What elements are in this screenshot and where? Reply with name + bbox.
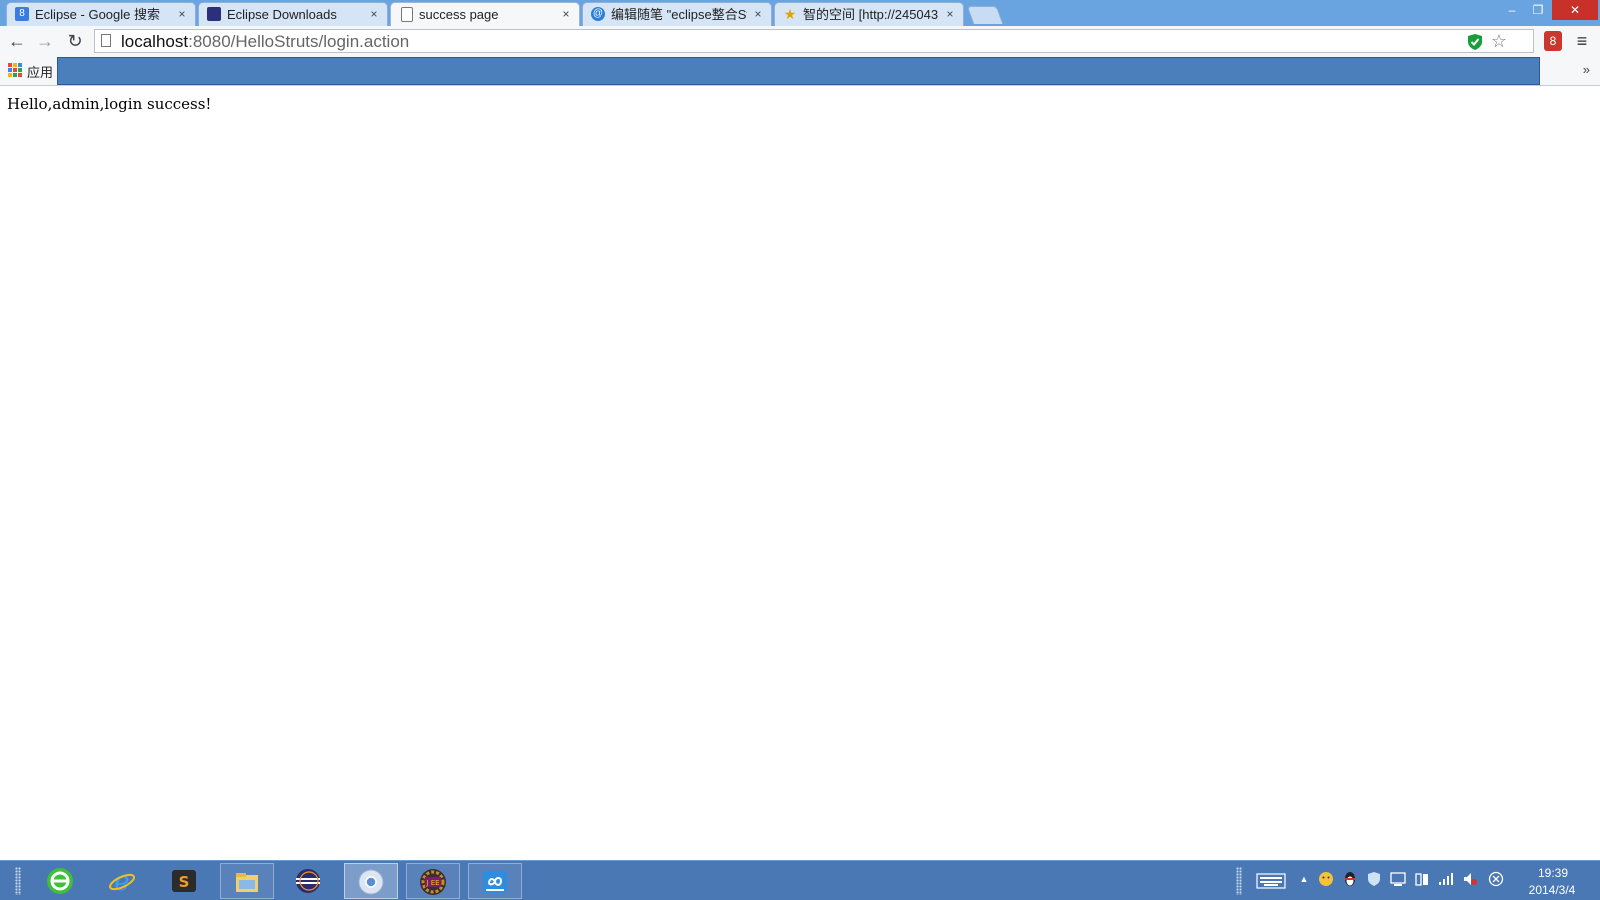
- chrome-icon: [358, 869, 384, 895]
- show-hidden-icons-icon[interactable]: ▲: [1296, 871, 1312, 887]
- svg-text:J EE: J EE: [425, 879, 439, 887]
- tab-zhi-space[interactable]: ★ 智的空间 [http://245043 ×: [774, 2, 964, 26]
- file-explorer-icon: [236, 873, 258, 892]
- sublime-text-icon: S: [172, 870, 196, 892]
- blog-icon: @: [591, 7, 605, 21]
- minimize-button[interactable]: –: [1498, 0, 1526, 20]
- restore-button[interactable]: ❐: [1524, 0, 1552, 20]
- tab-close-icon[interactable]: ×: [943, 6, 957, 22]
- page-content: Hello,admin,login success!: [0, 86, 1600, 860]
- title-bar: 8 Eclipse - Google 搜索 × Eclipse Download…: [0, 0, 1600, 26]
- bookmark-star-icon[interactable]: ☆: [1491, 31, 1507, 51]
- clock-time[interactable]: 19:39: [1518, 866, 1588, 880]
- tab-close-icon[interactable]: ×: [367, 6, 381, 22]
- svg-text:S: S: [179, 873, 190, 891]
- menu-icon[interactable]: ≡: [1574, 31, 1590, 51]
- shield-icon[interactable]: [1467, 33, 1483, 51]
- power-tray-icon[interactable]: [1414, 871, 1430, 887]
- taskbar-file-explorer[interactable]: [220, 863, 274, 899]
- taskbar-chrome[interactable]: [344, 863, 398, 899]
- extension-icon[interactable]: 8: [1544, 31, 1562, 51]
- new-tab-button[interactable]: [966, 6, 1004, 24]
- taskbar-360-browser[interactable]: [34, 863, 88, 899]
- eclipse-icon: [207, 7, 221, 21]
- browser-toolbar: ← → ↻ localhost:8080/HelloStruts/login.a…: [0, 26, 1600, 56]
- url-text[interactable]: localhost:8080/HelloStruts/login.action: [121, 32, 409, 52]
- 360-browser-icon: [47, 868, 73, 894]
- tray-grip: [1236, 867, 1242, 895]
- internet-explorer-icon: e: [109, 867, 135, 895]
- eclipse-icon: [296, 869, 320, 893]
- tab-eclipse-downloads[interactable]: Eclipse Downloads ×: [198, 2, 388, 26]
- tab-close-icon[interactable]: ×: [559, 6, 573, 22]
- tab-edit-blog-post[interactable]: @ 编辑随笔 "eclipse整合St ×: [582, 2, 772, 26]
- volume-muted-icon[interactable]: [1462, 871, 1478, 887]
- login-success-message: Hello,admin,login success!: [7, 95, 212, 113]
- windows-taskbar: e S J EE ▲ 19:39 2014/3/4: [0, 860, 1600, 900]
- wifi-signal-icon[interactable]: [1438, 871, 1454, 887]
- keyboard-icon[interactable]: [1256, 873, 1286, 889]
- svg-text:e: e: [114, 867, 129, 895]
- address-bar[interactable]: localhost:8080/HelloStruts/login.action …: [94, 29, 1534, 53]
- taskbar-sublime-text[interactable]: S: [158, 863, 212, 899]
- apps-label[interactable]: 应用: [27, 62, 53, 81]
- taskbar-internet-explorer[interactable]: e: [96, 863, 150, 899]
- taskbar-java-ee-ide[interactable]: J EE: [406, 863, 460, 899]
- tab-success-page[interactable]: success page ×: [390, 2, 580, 26]
- google-search-icon: 8: [15, 7, 29, 21]
- page-icon: [401, 7, 413, 22]
- smiley-tray-icon[interactable]: [1318, 871, 1334, 887]
- taskbar-eclipse[interactable]: [282, 863, 336, 899]
- tab-close-icon[interactable]: ×: [751, 6, 765, 22]
- action-center-icon[interactable]: [1488, 871, 1504, 887]
- reload-button[interactable]: ↻: [64, 30, 86, 52]
- java-ee-ide-icon: J EE: [420, 869, 446, 895]
- baidu-cloud-icon: [483, 871, 507, 893]
- clock-date[interactable]: 2014/3/4: [1514, 883, 1590, 897]
- qq-penguin-icon[interactable]: [1342, 871, 1358, 887]
- tab-close-icon[interactable]: ×: [175, 6, 189, 22]
- star-icon: ★: [783, 6, 797, 22]
- taskbar-grip: [15, 867, 21, 895]
- page-icon: [101, 34, 111, 47]
- bookmark-overflow-icon[interactable]: »: [1583, 62, 1590, 77]
- back-button[interactable]: ←: [6, 30, 28, 52]
- forward-button[interactable]: →: [34, 30, 56, 52]
- network-adapter-icon[interactable]: [1390, 871, 1406, 887]
- tab-eclipse-google-search[interactable]: 8 Eclipse - Google 搜索 ×: [6, 2, 196, 26]
- bookmark-bar-highlight: [57, 57, 1540, 85]
- close-window-button[interactable]: ✕: [1552, 0, 1598, 20]
- bookmark-bar: 应用 »: [0, 56, 1600, 86]
- security-tray-icon[interactable]: [1366, 871, 1382, 887]
- apps-icon[interactable]: [8, 63, 22, 77]
- taskbar-baidu-cloud[interactable]: [468, 863, 522, 899]
